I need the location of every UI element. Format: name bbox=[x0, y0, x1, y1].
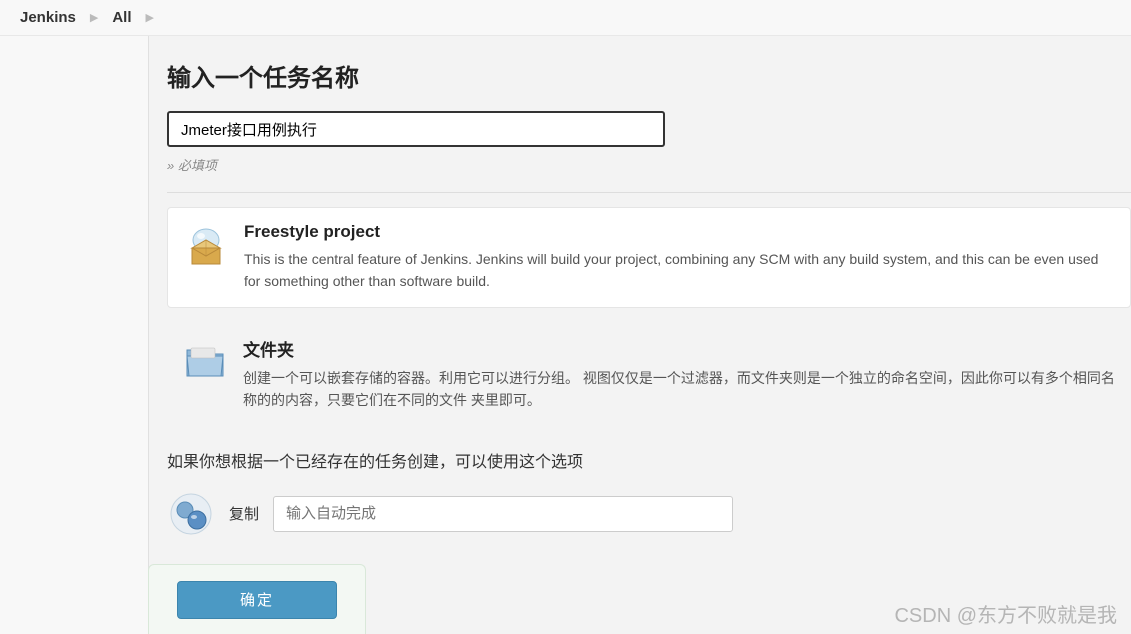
folder-desc: 创建一个可以嵌套存储的容器。利用它可以进行分组。 视图仅仅是一个过滤器，而文件夹… bbox=[243, 367, 1117, 412]
main-content: 输入一个任务名称 » 必填项 Freestyle project This is… bbox=[148, 36, 1131, 634]
breadcrumb-view[interactable]: All bbox=[112, 9, 131, 26]
project-type-freestyle[interactable]: Freestyle project This is the central fe… bbox=[167, 207, 1131, 308]
folder-title: 文件夹 bbox=[243, 336, 1117, 361]
item-name-input[interactable] bbox=[167, 111, 665, 147]
project-type-folder[interactable]: 文件夹 创建一个可以嵌套存储的容器。利用它可以进行分组。 视图仅仅是一个过滤器，… bbox=[167, 322, 1131, 412]
chevron-right-icon: ▶ bbox=[146, 11, 154, 24]
divider bbox=[167, 192, 1131, 193]
copy-intro: 如果你想根据一个已经存在的任务创建，可以使用这个选项 bbox=[167, 448, 1131, 472]
required-note: » 必填项 bbox=[167, 155, 1131, 174]
copy-icon bbox=[167, 490, 215, 538]
breadcrumb: Jenkins ▶ All ▶ bbox=[0, 0, 1131, 36]
chevron-right-icon: ▶ bbox=[90, 11, 98, 24]
footer-panel: 确定 bbox=[148, 564, 366, 634]
copy-from-input[interactable] bbox=[273, 496, 733, 532]
freestyle-desc: This is the central feature of Jenkins. … bbox=[244, 248, 1116, 293]
freestyle-content: Freestyle project This is the central fe… bbox=[244, 222, 1116, 293]
copy-label: 复制 bbox=[229, 503, 259, 524]
copy-section: 如果你想根据一个已经存在的任务创建，可以使用这个选项 复制 bbox=[167, 448, 1131, 538]
ok-button[interactable]: 确定 bbox=[177, 581, 337, 619]
breadcrumb-root[interactable]: Jenkins bbox=[20, 9, 76, 26]
copy-row: 复制 bbox=[167, 490, 1131, 538]
page-title: 输入一个任务名称 bbox=[167, 58, 1131, 93]
freestyle-icon bbox=[182, 222, 230, 270]
folder-icon bbox=[181, 336, 229, 384]
folder-content: 文件夹 创建一个可以嵌套存储的容器。利用它可以进行分组。 视图仅仅是一个过滤器，… bbox=[243, 336, 1117, 412]
freestyle-title: Freestyle project bbox=[244, 222, 1116, 242]
